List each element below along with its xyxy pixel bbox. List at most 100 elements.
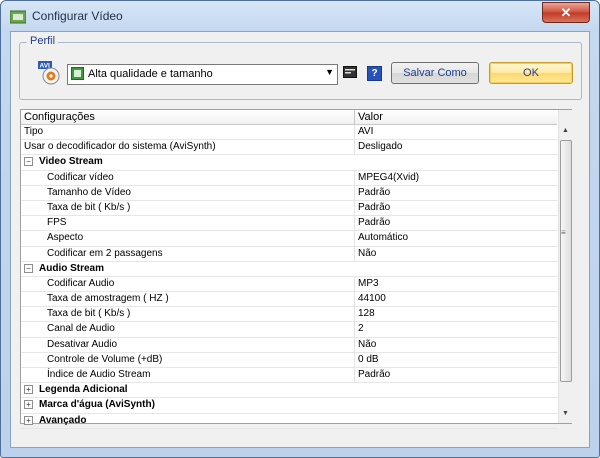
category-label: Avançado [39,414,87,426]
property-name: Índice de Audio Stream [47,369,151,380]
property-row[interactable]: Controle de Volume (+dB) 0 dB [21,352,557,368]
window-title: Configurar Vídeo [32,9,123,23]
command-line-icon[interactable] [343,66,357,78]
property-value[interactable]: Padrão [358,186,390,199]
collapse-icon[interactable]: − [24,157,33,167]
property-name: Aspecto [47,232,84,244]
property-row[interactable]: Usar o decodificador do sistema (AviSynt… [21,140,557,156]
scroll-up-arrow-icon[interactable]: ▲ [559,124,572,138]
cell-divider [354,216,355,231]
property-row[interactable]: Taxa de bit ( Kb/s ) Padrão [21,200,557,217]
ok-button[interactable]: OK [489,62,573,84]
property-row[interactable]: Tipo AVI [21,125,557,141]
property-row[interactable]: Codificar Audio MP3 [21,276,557,293]
property-name: FPS [47,217,67,229]
property-value[interactable]: MP3 [358,277,379,290]
cell-divider [354,185,355,200]
save-as-button[interactable]: Salvar Como [391,62,479,84]
category-row[interactable]: − Audio Stream [21,262,557,277]
cell-divider [354,352,355,367]
cell-divider [354,125,355,140]
settings-grid: Configurações Valor Tipo AVI Usar o decodi… [20,109,572,429]
expand-icon[interactable]: + [24,415,33,425]
category-row[interactable]: + Marca d'água (AviSynth) [21,398,557,414]
chevron-down-icon[interactable]: ▼ [325,67,334,77]
cell-divider [354,200,355,216]
property-row[interactable]: Tamanho de Vídeo Padrão [21,185,557,201]
cell-divider [354,307,355,322]
property-name: Taxa de bit ( Kb/s ) [47,308,131,320]
property-name: Controle de Volume (+dB) [47,353,163,365]
title-bar[interactable]: Configurar Vídeo ✕ [1,1,599,31]
property-value[interactable]: Desligado [358,140,402,153]
property-value[interactable]: Padrão [358,368,390,381]
category-label: Legenda Adicional [39,384,128,396]
property-value[interactable]: 128 [358,307,375,320]
property-name: Taxa de amostragem ( HZ ) [47,293,169,305]
property-row[interactable]: Desativar Audio Não [21,337,557,353]
column-header-settings[interactable]: Configurações [24,111,95,123]
avi-file-icon: AVI [38,61,60,85]
property-name: Tamanho de Vídeo [47,186,131,198]
profile-select[interactable]: Alta qualidade e tamanho ▼ [67,64,338,85]
expand-icon[interactable]: + [24,385,33,395]
column-header-value[interactable]: Valor [358,111,383,123]
property-name: Usar o decodificador do sistema (AviSynt… [24,141,216,153]
cell-divider [354,322,355,337]
vertical-scrollbar[interactable]: ▲ ≡ ▼ [558,110,572,423]
help-icon[interactable]: ? [367,66,382,81]
category-row[interactable]: + Avançado [21,414,557,429]
grid-header: Configurações Valor [21,110,557,125]
property-name: Codificar vídeo [47,171,114,183]
property-row[interactable]: Índice de Audio Stream Padrão [21,368,557,384]
property-value[interactable]: 44100 [358,292,386,305]
property-row[interactable]: Taxa de bit ( Kb/s ) 128 [21,307,557,323]
profile-select-value: Alta qualidade e tamanho [88,68,213,80]
category-row[interactable]: − Video Stream [21,155,557,171]
expand-icon[interactable]: + [24,400,33,410]
property-value[interactable]: Não [358,338,376,351]
cell-divider [354,276,355,292]
property-row[interactable]: Aspecto Automático [21,231,557,247]
cell-divider [354,231,355,246]
cell-divider [354,292,355,307]
property-name: Codificar Audio [47,277,115,289]
property-name: Desativar Audio [47,338,118,350]
close-button[interactable]: ✕ [542,2,590,23]
property-row[interactable]: Codificar em 2 passagens Não [21,246,557,262]
column-divider[interactable] [354,110,355,124]
property-row[interactable]: FPS Padrão [21,216,557,232]
cell-divider [354,140,355,155]
property-name: Canal de Audio [47,323,115,335]
configure-video-dialog: Configurar Vídeo ✕ Perfil AVI Alta quali… [0,0,600,458]
property-name: Tipo [24,126,44,137]
property-row[interactable]: Codificar vídeo MPEG4(Xvid) [21,170,557,186]
property-value[interactable]: AVI [358,125,373,138]
property-value[interactable]: Não [358,247,376,260]
collapse-icon[interactable]: − [24,263,33,273]
category-label: Video Stream [39,156,103,168]
grid-rows: Tipo AVI Usar o decodificador do sistema (… [21,125,557,429]
category-label: Audio Stream [39,262,105,274]
property-value[interactable]: Padrão [358,201,390,214]
cell-divider [354,246,355,261]
category-label: Marca d'água (AviSynth) [39,399,155,411]
property-value[interactable]: Automático [358,231,408,244]
property-row[interactable]: Taxa de amostragem ( HZ ) 44100 [21,292,557,308]
category-row[interactable]: + Legenda Adicional [21,383,557,399]
profile-quality-icon [71,67,84,80]
cell-divider [354,170,355,185]
cell-divider [354,337,355,352]
cell-divider [354,368,355,383]
scroll-down-arrow-icon[interactable]: ▼ [559,407,572,421]
property-name: Codificar em 2 passagens [47,247,163,259]
property-value[interactable]: Padrão [358,216,390,229]
scroll-thumb[interactable] [560,140,572,382]
app-icon [10,10,26,24]
property-row[interactable]: Canal de Audio 2 [21,322,557,338]
property-value[interactable]: 2 [358,322,364,335]
property-value[interactable]: MPEG4(Xvid) [358,171,419,184]
property-value[interactable]: 0 dB [358,353,379,366]
scroll-grip-icon: ≡ [561,228,566,237]
profile-group-label: Perfil [27,35,59,47]
